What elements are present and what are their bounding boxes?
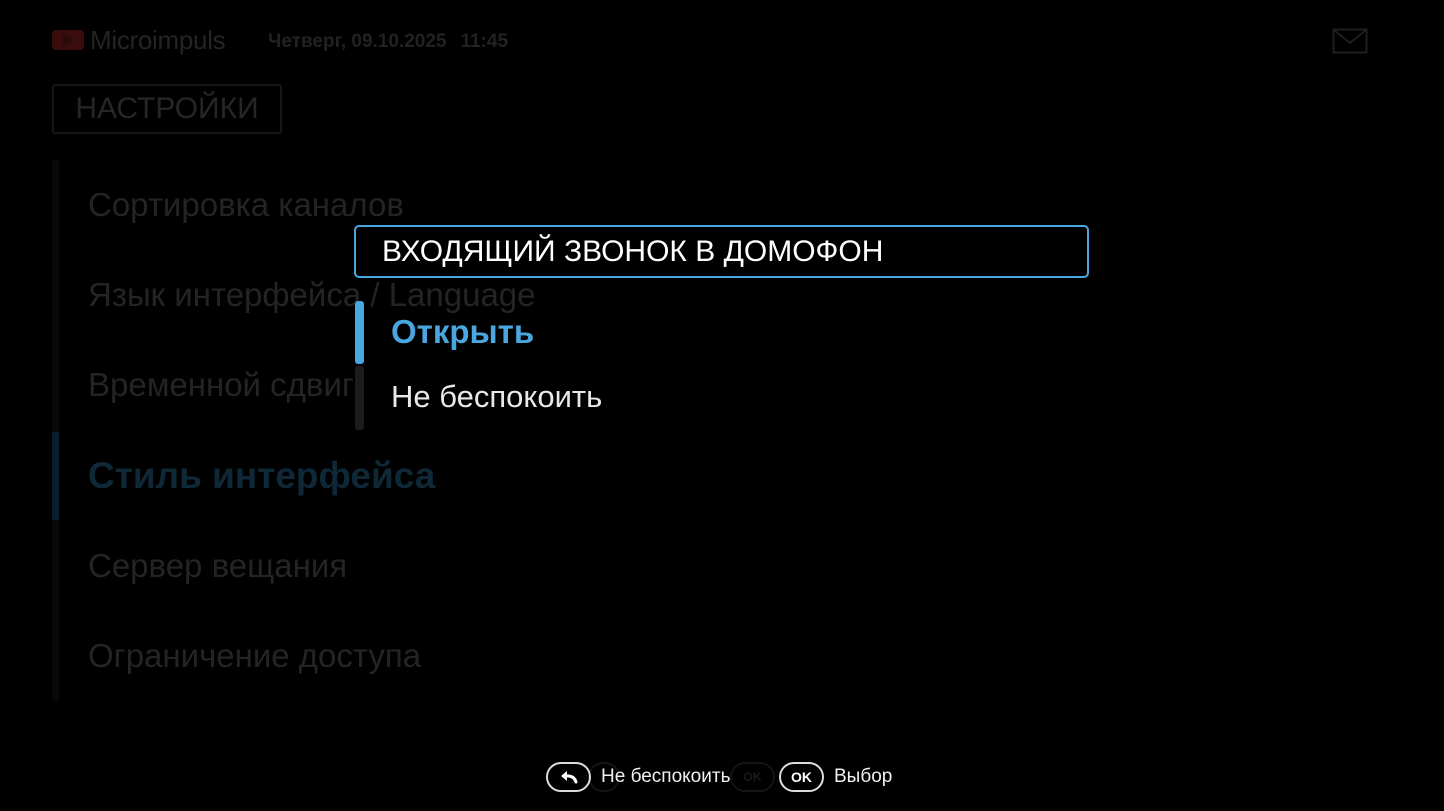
ok-hint-label: Выбор xyxy=(834,766,893,787)
menu-active-indicator xyxy=(52,432,59,520)
menu-item-interface-style[interactable]: Стиль интерфейса xyxy=(88,455,435,497)
settings-title: НАСТРОЙКИ xyxy=(52,84,282,134)
selected-option-indicator xyxy=(355,301,364,364)
menu-scroll-rail xyxy=(52,160,59,700)
ghost-ok-hint: OK xyxy=(730,762,775,792)
menu-item-interface-language[interactable]: Язык интерфейса / Language xyxy=(88,276,536,314)
ok-key-icon[interactable]: OK xyxy=(779,762,824,792)
back-arrow-icon[interactable] xyxy=(546,762,591,792)
settings-background: Microimpuls Четверг, 09.10.2025 11:45 НАС… xyxy=(0,0,1444,811)
play-logo-icon xyxy=(52,30,84,50)
time-text: 11:45 xyxy=(460,31,509,52)
back-hint-label: Не беспокоить xyxy=(601,766,731,787)
date-text: Четверг, 09.10.2025 xyxy=(268,31,447,52)
open-door-option[interactable]: Открыть xyxy=(391,313,534,351)
mail-icon[interactable] xyxy=(1332,28,1368,59)
menu-item-channel-sorting[interactable]: Сортировка каналов xyxy=(88,186,404,224)
menu-item-time-shift[interactable]: Временной сдвиг xyxy=(88,366,354,404)
menu-item-broadcast-server[interactable]: Сервер вещания xyxy=(88,547,347,585)
date-time: Четверг, 09.10.2025 11:45 xyxy=(268,31,508,53)
option-rail xyxy=(355,366,364,430)
dialog-title-text: ВХОДЯЩИЙ ЗВОНОК В ДОМОФОН xyxy=(382,234,884,268)
do-not-disturb-option[interactable]: Не беспокоить xyxy=(391,379,602,415)
dialog-title: ВХОДЯЩИЙ ЗВОНОК В ДОМОФОН xyxy=(354,225,1089,278)
brand-name: Microimpuls xyxy=(90,25,226,55)
top-bar: Microimpuls Четверг, 09.10.2025 11:45 xyxy=(52,24,1392,60)
tv-screen: Microimpuls Четверг, 09.10.2025 11:45 НАС… xyxy=(0,0,1444,811)
menu-item-access-restriction[interactable]: Ограничение доступа xyxy=(88,637,421,675)
